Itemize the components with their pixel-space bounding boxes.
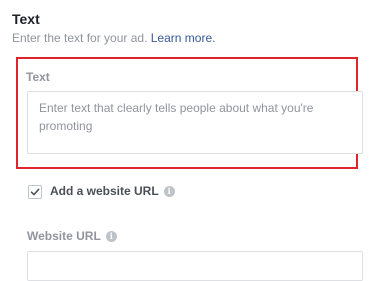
website-url-checkbox[interactable] bbox=[28, 184, 42, 199]
ad-text-input[interactable]: Enter text that clearly tells people abo… bbox=[27, 91, 363, 154]
text-field-label: Text bbox=[26, 70, 50, 84]
checkmark-icon bbox=[30, 188, 40, 195]
website-url-checkbox-row[interactable]: Add a website URL i bbox=[28, 183, 175, 200]
section-subtitle-text: Enter the text for your ad. bbox=[12, 31, 148, 45]
ad-text-placeholder: Enter text that clearly tells people abo… bbox=[39, 101, 314, 133]
website-url-checkbox-label[interactable]: Add a website URL bbox=[50, 183, 159, 200]
learn-more-link[interactable]: Learn more. bbox=[151, 31, 216, 45]
website-url-label-row: Website URL i bbox=[27, 229, 117, 244]
info-icon[interactable]: i bbox=[163, 186, 175, 197]
website-url-label: Website URL bbox=[27, 229, 101, 243]
section-subtitle: Enter the text for your ad. Learn more. bbox=[12, 30, 215, 46]
info-icon[interactable]: i bbox=[105, 231, 117, 242]
section-title: Text bbox=[12, 11, 40, 27]
website-url-input[interactable] bbox=[27, 251, 363, 281]
